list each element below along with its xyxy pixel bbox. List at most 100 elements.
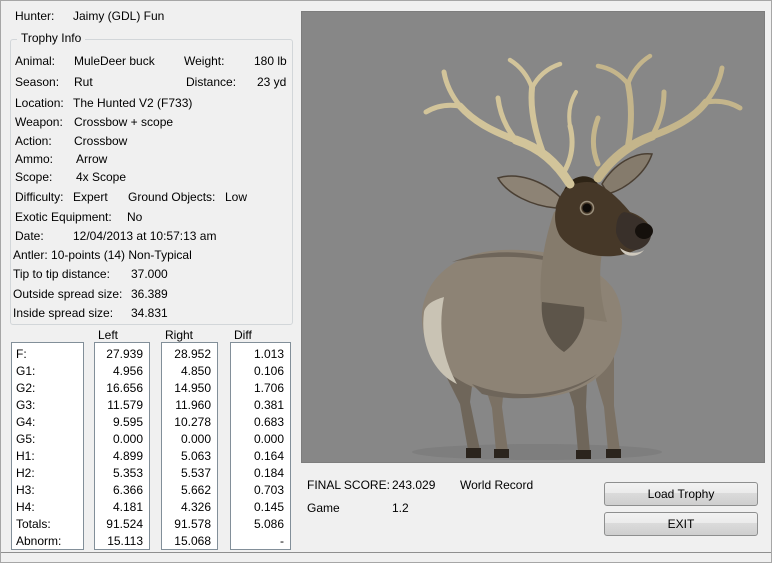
diff-value-cell: 0.145 [231, 499, 290, 516]
final-score-label: FINAL SCORE: [307, 478, 390, 493]
exit-button[interactable]: EXIT [604, 512, 758, 536]
distance-value: 23 yd [257, 75, 286, 90]
scope-value: 4x Scope [76, 170, 126, 185]
right-value-cell: 0.000 [162, 431, 217, 448]
tip-to-tip-value: 37.000 [131, 267, 168, 282]
inside-spread-value: 34.831 [131, 306, 168, 321]
diff-value-cell: 0.184 [231, 465, 290, 482]
col-header-right: Right [165, 328, 193, 343]
left-values-listbox[interactable]: 27.939 4.956 16.656 11.579 9.595 0.000 4… [94, 342, 150, 550]
measure-label-cell: Totals: [12, 516, 83, 533]
col-header-diff: Diff [234, 328, 252, 343]
game-label: Game [307, 501, 340, 516]
diff-value-cell: 5.086 [231, 516, 290, 533]
record-badge: World Record [460, 478, 533, 493]
season-value: Rut [74, 75, 93, 90]
right-value-cell: 4.326 [162, 499, 217, 516]
measure-label-cell: G5: [12, 431, 83, 448]
trophy-viewer-window: Hunter: Jaimy (GDL) Fun Trophy Info Anim… [0, 0, 772, 563]
location-label: Location: [15, 96, 64, 111]
left-value-cell: 27.939 [95, 346, 149, 363]
difficulty-value: Expert [73, 190, 108, 205]
measure-label-cell: H4: [12, 499, 83, 516]
measure-label-cell: G3: [12, 397, 83, 414]
action-value: Crossbow [74, 134, 127, 149]
left-value-cell: 6.366 [95, 482, 149, 499]
ground-objects-label: Ground Objects: [128, 190, 215, 205]
action-label: Action: [15, 134, 52, 149]
diff-value-cell: - [231, 533, 290, 550]
tip-to-tip-label: Tip to tip distance: [13, 267, 110, 282]
left-value-cell: 4.899 [95, 448, 149, 465]
outside-spread-value: 36.389 [131, 287, 168, 302]
measure-label-cell: H3: [12, 482, 83, 499]
measure-label-cell: Abnorm: [12, 533, 83, 550]
left-value-cell: 16.656 [95, 380, 149, 397]
location-value: The Hunted V2 (F733) [73, 96, 192, 111]
measure-label-cell: G2: [12, 380, 83, 397]
measure-label-cell: G1: [12, 363, 83, 380]
weapon-value: Crossbow + scope [74, 115, 173, 130]
final-score-value: 243.029 [392, 478, 435, 493]
diff-value-cell: 0.000 [231, 431, 290, 448]
weight-value: 180 lb [254, 54, 287, 69]
diff-value-cell: 1.706 [231, 380, 290, 397]
left-value-cell: 5.353 [95, 465, 149, 482]
ground-objects-value: Low [225, 190, 247, 205]
col-header-left: Left [98, 328, 118, 343]
outside-spread-label: Outside spread size: [13, 287, 122, 302]
right-value-cell: 4.850 [162, 363, 217, 380]
right-value-cell: 91.578 [162, 516, 217, 533]
right-value-cell: 10.278 [162, 414, 217, 431]
exotic-equipment-value: No [127, 210, 142, 225]
weight-label: Weight: [184, 54, 224, 69]
game-version-value: 1.2 [392, 501, 409, 516]
difficulty-label: Difficulty: [15, 190, 63, 205]
left-value-cell: 0.000 [95, 431, 149, 448]
scope-label: Scope: [15, 170, 52, 185]
right-value-cell: 5.063 [162, 448, 217, 465]
date-value: 12/04/2013 at 10:57:13 am [73, 229, 216, 244]
antler-summary: Antler: 10-points (14) Non-Typical [13, 248, 192, 263]
diff-values-listbox[interactable]: 1.013 0.106 1.706 0.381 0.683 0.000 0.16… [230, 342, 291, 550]
right-value-cell: 5.662 [162, 482, 217, 499]
hunter-label: Hunter: [15, 9, 54, 24]
animal-value: MuleDeer buck [74, 54, 155, 69]
diff-value-cell: 0.683 [231, 414, 290, 431]
hunter-value: Jaimy (GDL) Fun [73, 9, 164, 24]
inside-spread-label: Inside spread size: [13, 306, 113, 321]
weapon-label: Weapon: [15, 115, 63, 130]
right-value-cell: 28.952 [162, 346, 217, 363]
trophy-info-title: Trophy Info [17, 31, 85, 46]
left-value-cell: 4.956 [95, 363, 149, 380]
left-value-cell: 4.181 [95, 499, 149, 516]
right-value-cell: 5.537 [162, 465, 217, 482]
diff-value-cell: 1.013 [231, 346, 290, 363]
diff-value-cell: 0.381 [231, 397, 290, 414]
right-value-cell: 14.950 [162, 380, 217, 397]
load-trophy-button[interactable]: Load Trophy [604, 482, 758, 506]
date-label: Date: [15, 229, 44, 244]
measure-labels-listbox[interactable]: F: G1: G2: G3: G4: G5: H1: H2: H3: H4: T… [11, 342, 84, 550]
diff-value-cell: 0.106 [231, 363, 290, 380]
season-label: Season: [15, 75, 59, 90]
diff-value-cell: 0.164 [231, 448, 290, 465]
distance-label: Distance: [186, 75, 236, 90]
ammo-value: Arrow [76, 152, 107, 167]
left-value-cell: 91.524 [95, 516, 149, 533]
mule-deer-render [302, 12, 764, 462]
measure-label-cell: H2: [12, 465, 83, 482]
exotic-equipment-label: Exotic Equipment: [15, 210, 112, 225]
measure-label-cell: H1: [12, 448, 83, 465]
measure-label-cell: G4: [12, 414, 83, 431]
measure-label-cell: F: [12, 346, 83, 363]
left-value-cell: 15.113 [95, 533, 149, 550]
diff-value-cell: 0.703 [231, 482, 290, 499]
left-value-cell: 11.579 [95, 397, 149, 414]
right-values-listbox[interactable]: 28.952 4.850 14.950 11.960 10.278 0.000 … [161, 342, 218, 550]
trophy-render-viewport[interactable] [301, 11, 765, 463]
bottom-divider [1, 552, 772, 553]
left-value-cell: 9.595 [95, 414, 149, 431]
animal-label: Animal: [15, 54, 55, 69]
right-value-cell: 15.068 [162, 533, 217, 550]
